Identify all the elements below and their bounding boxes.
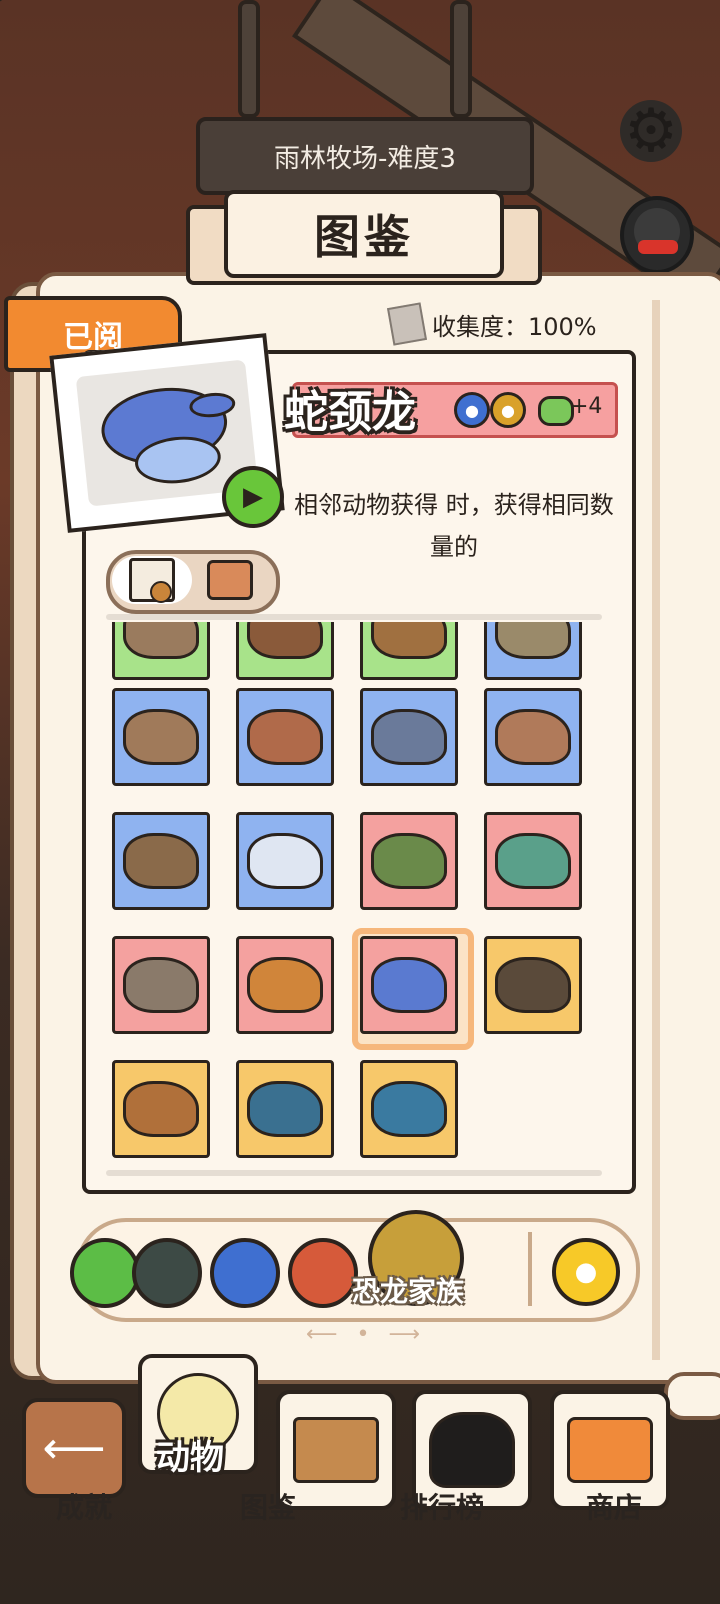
animal-tile[interactable] bbox=[112, 936, 210, 1034]
dinosaur-icon bbox=[495, 833, 571, 889]
dinosaur-icon bbox=[495, 957, 571, 1013]
animal-tile[interactable] bbox=[360, 688, 458, 786]
play-animation-button[interactable]: ▶ bbox=[222, 466, 284, 528]
dinosaur-icon bbox=[123, 833, 199, 889]
dinosaur-icon bbox=[123, 622, 199, 659]
animal-tile[interactable] bbox=[360, 622, 458, 680]
settings-gear-icon[interactable]: ⚙ bbox=[620, 100, 682, 162]
dinosaur-icon bbox=[371, 957, 447, 1013]
chain-left bbox=[238, 0, 260, 118]
certificate-icon bbox=[129, 558, 175, 603]
nav-label-leaderboard: 排行榜 bbox=[400, 1491, 485, 1524]
animal-tile[interactable] bbox=[360, 812, 458, 910]
animal-grid bbox=[86, 622, 626, 1172]
bonus-value: +4 bbox=[570, 394, 603, 419]
animal-tile[interactable] bbox=[484, 622, 582, 680]
dinosaur-icon bbox=[123, 1081, 199, 1137]
animal-name: 蛇颈龙 bbox=[284, 387, 416, 438]
paw-icon[interactable]: ● bbox=[552, 1238, 620, 1306]
animal-tile[interactable] bbox=[112, 812, 210, 910]
family-red-icon[interactable] bbox=[288, 1238, 358, 1308]
outfit-tab[interactable] bbox=[198, 556, 262, 604]
book-scroll-icon bbox=[664, 1372, 720, 1420]
dino-family-icon: ● bbox=[490, 392, 526, 428]
family-green-icon[interactable] bbox=[70, 1238, 140, 1308]
animal-tile[interactable] bbox=[484, 936, 582, 1034]
divider bbox=[106, 614, 602, 620]
family-divider bbox=[528, 1232, 532, 1306]
dinosaur-icon bbox=[495, 709, 571, 765]
animal-tile[interactable] bbox=[360, 1060, 458, 1158]
animal-tile[interactable] bbox=[112, 1060, 210, 1158]
animal-tile[interactable] bbox=[236, 688, 334, 786]
nav-label-achievements: 成就 bbox=[56, 1491, 113, 1524]
basket-icon bbox=[293, 1417, 379, 1483]
animal-tile[interactable] bbox=[236, 622, 334, 680]
certificate-tab[interactable] bbox=[112, 556, 192, 604]
player-avatar[interactable] bbox=[620, 196, 694, 274]
animal-tile[interactable] bbox=[484, 688, 582, 786]
family-selected-label: 恐龙家族 bbox=[352, 1275, 465, 1308]
dinosaur-icon bbox=[371, 622, 447, 659]
family-dark-icon[interactable] bbox=[132, 1238, 202, 1308]
chain-right bbox=[450, 0, 472, 118]
collection-label: 收集度：100% bbox=[432, 312, 597, 341]
animal-description: 相邻动物获得 时，获得相同数量的 bbox=[294, 491, 614, 561]
dinosaur-icon bbox=[247, 709, 323, 765]
page-title: 图鉴 bbox=[224, 190, 504, 278]
animal-tile[interactable] bbox=[236, 812, 334, 910]
shirt-icon bbox=[567, 1417, 653, 1483]
grass-resource-icon bbox=[538, 396, 574, 426]
nav-label-codex: 图鉴 bbox=[240, 1491, 297, 1524]
nav-label-animals: 动物 bbox=[156, 1438, 224, 1478]
stage-title: 雨林牧场-难度3 bbox=[196, 117, 534, 195]
dinosaur-icon bbox=[123, 957, 199, 1013]
dinosaur-icon bbox=[247, 833, 323, 889]
dinosaur-icon bbox=[123, 709, 199, 765]
cat-icon bbox=[429, 1412, 515, 1488]
dinosaur-icon bbox=[371, 833, 447, 889]
page-indicator: ⟵ • ⟶ bbox=[306, 1322, 427, 1347]
collection-progress: 收集度：100% bbox=[386, 302, 597, 346]
animal-tile[interactable] bbox=[236, 1060, 334, 1158]
animal-tile[interactable] bbox=[360, 936, 458, 1034]
animal-tile[interactable] bbox=[484, 812, 582, 910]
nav-label-shop: 商店 bbox=[586, 1491, 643, 1524]
dinosaur-icon bbox=[495, 622, 571, 659]
book-page-edge bbox=[652, 300, 660, 1360]
family-blue-icon[interactable] bbox=[210, 1238, 280, 1308]
back-button[interactable]: ⟵ bbox=[22, 1398, 126, 1498]
dinosaur-icon bbox=[247, 622, 323, 659]
dinosaur-icon bbox=[247, 957, 323, 1013]
dinosaur-icon bbox=[371, 1081, 447, 1137]
bird-family-icon: ● bbox=[454, 392, 490, 428]
shirt-icon bbox=[207, 560, 253, 600]
animal-tile[interactable] bbox=[112, 688, 210, 786]
dinosaur-icon bbox=[247, 1081, 323, 1137]
divider-bottom bbox=[106, 1170, 602, 1176]
animal-tile[interactable] bbox=[236, 936, 334, 1034]
dinosaur-icon bbox=[371, 709, 447, 765]
animal-tile[interactable] bbox=[112, 622, 210, 680]
book-icon bbox=[386, 302, 428, 346]
